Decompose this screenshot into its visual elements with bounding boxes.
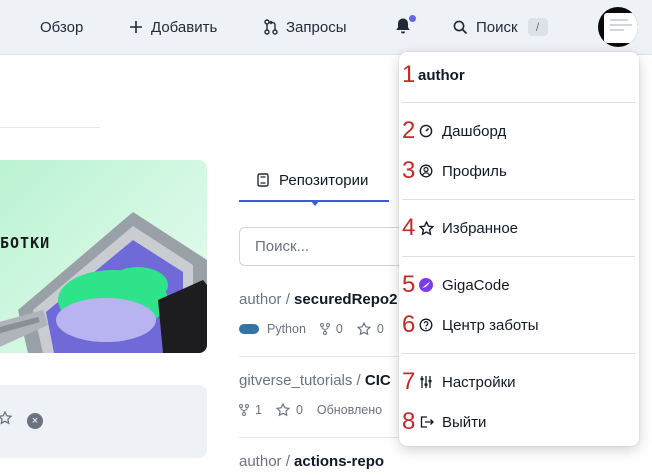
- fork-count: 0: [319, 322, 343, 336]
- avatar[interactable]: [598, 7, 638, 47]
- menu-item-favorites[interactable]: Избранное: [418, 216, 628, 240]
- star-count: 0: [275, 403, 303, 417]
- fork-icon: [239, 404, 249, 416]
- tab-repositories-label: Репозитории: [279, 171, 369, 189]
- add-label: Добавить: [151, 18, 218, 36]
- gigacode-icon: [418, 277, 434, 293]
- annotation-number: 5: [402, 271, 416, 298]
- fork-count-value: 1: [255, 403, 262, 417]
- avatar-image: [604, 13, 638, 43]
- repo-owner: gitverse_tutorials /: [239, 372, 365, 389]
- menu-item-profile[interactable]: Профиль: [418, 159, 628, 183]
- star-count-value: 0: [376, 322, 384, 336]
- menu-divider: [402, 199, 635, 200]
- annotation-number: 2: [402, 117, 416, 144]
- star-icon: [275, 403, 290, 417]
- repo-title-link[interactable]: gitverse_tutorials / CIC: [239, 372, 391, 389]
- star-icon: [418, 220, 434, 236]
- menu-divider: [402, 353, 635, 354]
- menu-divider: [402, 256, 635, 257]
- tab-repositories[interactable]: Репозитории: [239, 160, 389, 202]
- menu-item-label: Избранное: [442, 219, 519, 237]
- requests-label: Запросы: [286, 18, 347, 36]
- fork-count-value: 0: [335, 322, 343, 336]
- search-label: Поиск: [476, 18, 518, 36]
- repo-title-link[interactable]: author / securedRepo2: [239, 291, 397, 308]
- menu-item-label: Настройки: [442, 373, 516, 391]
- user-circle-icon: [418, 163, 434, 179]
- search-shortcut-badge: /: [527, 18, 548, 36]
- dashboard-icon: [418, 123, 434, 139]
- star-count: 0: [356, 322, 384, 336]
- repo-owner: author /: [239, 453, 295, 470]
- annotation-number: 8: [402, 408, 416, 435]
- menu-item-label: GigaCode: [442, 276, 510, 294]
- help-icon: [418, 317, 434, 333]
- repo-name: securedRepo2: [294, 291, 398, 308]
- divider: [239, 437, 399, 438]
- notifications-button[interactable]: [395, 15, 416, 39]
- menu-item-label: Профиль: [442, 162, 507, 180]
- logout-icon: [418, 414, 434, 430]
- repo-name: actions-repo: [294, 453, 385, 470]
- overview-link[interactable]: Обзор: [40, 17, 83, 37]
- user-menu-dropdown: author Дашборд Профиль Избранное GigaCod…: [399, 52, 639, 446]
- menu-item-label: Выйти: [442, 413, 487, 431]
- star-icon[interactable]: [0, 410, 13, 430]
- tab-indicator-notch: [310, 200, 320, 206]
- menu-item-gigacode[interactable]: GigaCode: [418, 273, 628, 297]
- star-icon: [356, 322, 371, 336]
- repo-language: Python: [267, 322, 306, 336]
- info-card: ×: [0, 385, 207, 458]
- menu-item-settings[interactable]: Настройки: [418, 370, 628, 394]
- book-icon: [257, 173, 269, 187]
- banner-illustration: [0, 212, 207, 353]
- repo-meta: Python 0 0: [239, 322, 398, 336]
- notification-dot: [409, 15, 416, 22]
- search-icon: [453, 20, 468, 35]
- menu-username: author: [418, 67, 465, 84]
- fork-count: 1: [239, 403, 262, 417]
- close-icon[interactable]: ×: [27, 413, 43, 429]
- add-button[interactable]: Добавить: [129, 17, 217, 37]
- repo-name: CIC: [364, 372, 391, 389]
- overview-label: Обзор: [40, 18, 84, 36]
- banner-text: БОТКИ: [0, 234, 51, 252]
- star-count-value: 0: [295, 403, 303, 417]
- settings-icon: [418, 374, 434, 390]
- menu-divider: [402, 102, 635, 103]
- menu-item-help-center[interactable]: Центр заботы: [418, 313, 628, 337]
- divider: [0, 127, 100, 128]
- menu-item-logout[interactable]: Выйти: [418, 410, 628, 434]
- divider: [239, 356, 399, 357]
- requests-link[interactable]: Запросы: [264, 17, 347, 37]
- annotation-number: 6: [402, 311, 416, 338]
- repo-search-input[interactable]: Поиск...: [239, 227, 409, 266]
- updated-label: Обновлено: [316, 403, 383, 417]
- fork-icon: [319, 323, 330, 335]
- search-button[interactable]: Поиск /: [453, 17, 548, 37]
- plus-icon: [129, 20, 143, 34]
- repo-meta: 1 0 Обновлено: [239, 403, 396, 417]
- bell-icon: [395, 18, 411, 39]
- top-navigation-bar: Обзор Добавить Запросы Поиск /: [0, 0, 652, 55]
- repo-owner: author /: [239, 291, 295, 308]
- menu-item-label: Центр заботы: [442, 316, 539, 334]
- promo-banner[interactable]: БОТКИ: [0, 160, 207, 353]
- annotation-number: 1: [402, 61, 416, 88]
- annotation-number: 7: [402, 368, 416, 395]
- repo-title-link[interactable]: author / actions-repo: [239, 453, 384, 470]
- annotation-number: 3: [402, 157, 416, 184]
- repo-search-placeholder: Поиск...: [255, 238, 310, 255]
- menu-item-label: Дашборд: [442, 122, 507, 140]
- language-dot: [239, 324, 259, 334]
- pull-request-icon: [264, 19, 278, 35]
- annotation-number: 4: [402, 214, 416, 241]
- menu-item-dashboard[interactable]: Дашборд: [418, 119, 628, 143]
